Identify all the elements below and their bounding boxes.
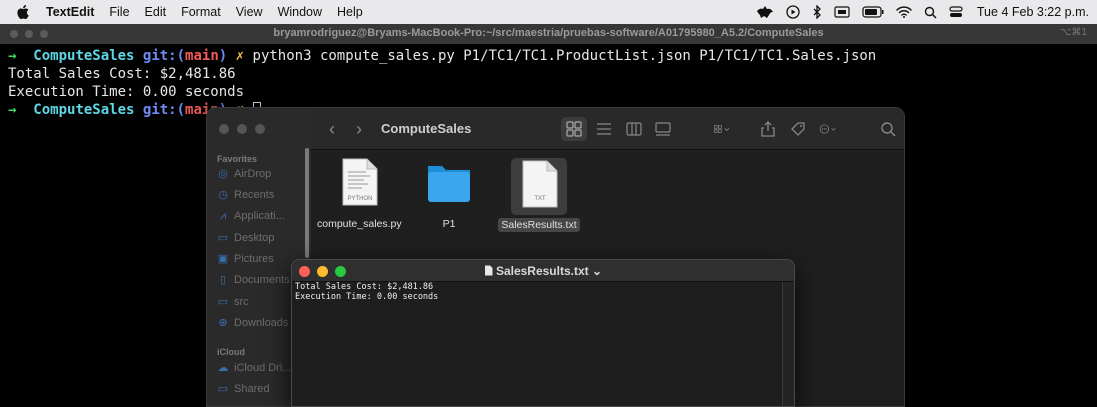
sidebar-scrollbar[interactable]: [305, 148, 309, 258]
forward-button[interactable]: ›: [356, 119, 362, 140]
search-icon[interactable]: [879, 120, 897, 138]
file-badge: TXT: [534, 196, 546, 202]
control-center-icon[interactable]: [949, 6, 963, 18]
wifi-icon[interactable]: [896, 6, 912, 18]
desktop-icon: ▭: [217, 232, 229, 244]
python-file-icon: PYTHON: [342, 158, 378, 206]
sidebar-item-documents[interactable]: ▯ Documents: [217, 274, 290, 286]
keyboard-icon[interactable]: [834, 6, 850, 18]
menu-file[interactable]: File: [109, 5, 129, 19]
selection-highlight: TXT: [511, 158, 567, 215]
back-button[interactable]: ‹: [329, 119, 335, 140]
git-suffix: ): [218, 48, 228, 64]
menu-bar: TextEdit File Edit Format View Window He…: [0, 0, 1097, 24]
chevron-down-icon: ⌄: [592, 264, 603, 278]
share-icon[interactable]: [759, 120, 777, 138]
document-icon: ▯: [219, 274, 227, 286]
terminal-title: bryamrodriguez@Bryams-MacBook-Pro:~/src/…: [273, 27, 824, 39]
menu-view[interactable]: View: [236, 5, 263, 19]
finder-window-controls[interactable]: [219, 124, 265, 134]
folder-icon: ▭: [217, 296, 229, 308]
vertical-scrollbar[interactable]: [782, 282, 794, 406]
textedit-filename: SalesResults.txt: [495, 264, 589, 278]
sidebar-item-recents[interactable]: ◷ Recents: [217, 189, 274, 201]
column-view-icon[interactable]: [625, 120, 643, 138]
sentinel-icon[interactable]: [756, 5, 774, 19]
file-badge: PYTHON: [347, 196, 372, 202]
prompt-dir: ComputeSales: [33, 48, 135, 64]
document-line-total: Total Sales Cost: $2,481.86: [295, 282, 434, 292]
sidebar-item-downloads[interactable]: ⊕ Downloads: [217, 317, 288, 329]
terminal-shortcut: ⌥⌘1: [1059, 27, 1087, 38]
terminal-line-time: Execution Time: 0.00 seconds: [8, 84, 245, 100]
git-prefix: git:(: [142, 48, 186, 64]
document-line-time: Execution Time: 0.00 seconds: [295, 292, 439, 302]
menu-edit[interactable]: Edit: [145, 5, 167, 19]
menu-help[interactable]: Help: [337, 5, 363, 19]
apple-logo-icon[interactable]: [16, 5, 30, 19]
sidebar-heading-icloud: iCloud: [217, 347, 245, 357]
battery-icon[interactable]: [862, 6, 884, 18]
finder-toolbar: ‹ › ComputeSales: [311, 108, 904, 150]
git-dirty-mark: ✗: [235, 48, 245, 64]
terminal-title-bar[interactable]: bryamrodriguez@Bryams-MacBook-Pro:~/src/…: [0, 24, 1097, 44]
sidebar-item-icloud-drive[interactable]: ☁ iCloud Dri...: [217, 362, 292, 374]
spotlight-search-icon[interactable]: [924, 6, 937, 19]
airdrop-icon: ◎: [218, 168, 228, 180]
shared-folder-icon: ▭: [217, 383, 229, 395]
more-actions-icon[interactable]: [819, 120, 837, 138]
minimize-button[interactable]: [237, 124, 247, 134]
clock-icon: ◷: [218, 189, 228, 201]
sidebar-item-desktop[interactable]: ▭ Desktop: [217, 232, 275, 244]
menu-clock[interactable]: Tue 4 Feb 3:22 p.m.: [977, 5, 1089, 19]
gallery-view-icon[interactable]: [654, 120, 672, 138]
file-item[interactable]: PYTHON compute_sales.py: [314, 158, 404, 232]
sidebar-item-applications[interactable]: ⩘ Applicati...: [217, 210, 285, 222]
download-icon: ⊕: [218, 317, 228, 329]
finder-folder-title: ComputeSales: [381, 121, 472, 136]
textedit-title[interactable]: SalesResults.txt ⌄: [292, 264, 794, 278]
terminal-line-total: Total Sales Cost: $2,481.86: [8, 66, 236, 82]
git-prefix: git:(: [142, 102, 186, 118]
file-name: SalesResults.txt: [498, 218, 580, 232]
tag-icon[interactable]: [789, 120, 807, 138]
pictures-icon: ▣: [217, 253, 229, 265]
folder-item[interactable]: P1: [404, 158, 494, 232]
command-text: python3 compute_sales.py P1/TC1/TC1.Prod…: [252, 48, 877, 64]
document-icon: [484, 265, 493, 276]
play-circle-icon[interactable]: [786, 5, 800, 19]
sidebar-heading-favorites: Favorites: [217, 154, 258, 164]
text-file-icon: TXT: [522, 160, 558, 208]
sidebar-item-pictures[interactable]: ▣ Pictures: [217, 253, 274, 265]
sidebar-item-shared[interactable]: ▭ Shared: [217, 383, 270, 395]
terminal-line-command: → ComputeSales git:(main) ✗ python3 comp…: [8, 47, 1097, 65]
prompt-arrow: →: [8, 102, 17, 118]
menu-app-name[interactable]: TextEdit: [46, 5, 94, 19]
list-view-icon[interactable]: [595, 120, 613, 138]
grid-view-icon[interactable]: [565, 120, 583, 138]
textedit-document-body[interactable]: Total Sales Cost: $2,481.86 Execution Tim…: [292, 282, 782, 406]
bluetooth-icon[interactable]: [812, 5, 822, 19]
zoom-button[interactable]: [255, 124, 265, 134]
file-item-selected[interactable]: TXT SalesResults.txt: [494, 158, 584, 233]
close-button[interactable]: [219, 124, 229, 134]
textedit-title-bar[interactable]: SalesResults.txt ⌄: [292, 260, 794, 282]
git-branch: main: [185, 48, 219, 64]
group-by-icon[interactable]: [713, 120, 731, 138]
menu-format[interactable]: Format: [181, 5, 221, 19]
sidebar-item-airdrop[interactable]: ◎ AirDrop: [217, 168, 271, 180]
textedit-window[interactable]: SalesResults.txt ⌄ Total Sales Cost: $2,…: [291, 259, 795, 407]
cloud-icon: ☁: [217, 362, 229, 374]
prompt-dir: ComputeSales: [33, 102, 135, 118]
menu-window[interactable]: Window: [278, 5, 322, 19]
applications-icon: ⩘: [219, 210, 227, 222]
folder-icon: [428, 166, 470, 202]
folder-name: P1: [442, 218, 456, 230]
file-name: compute_sales.py: [317, 218, 402, 230]
sidebar-item-src[interactable]: ▭ src: [217, 296, 249, 308]
prompt-arrow: →: [8, 48, 17, 64]
